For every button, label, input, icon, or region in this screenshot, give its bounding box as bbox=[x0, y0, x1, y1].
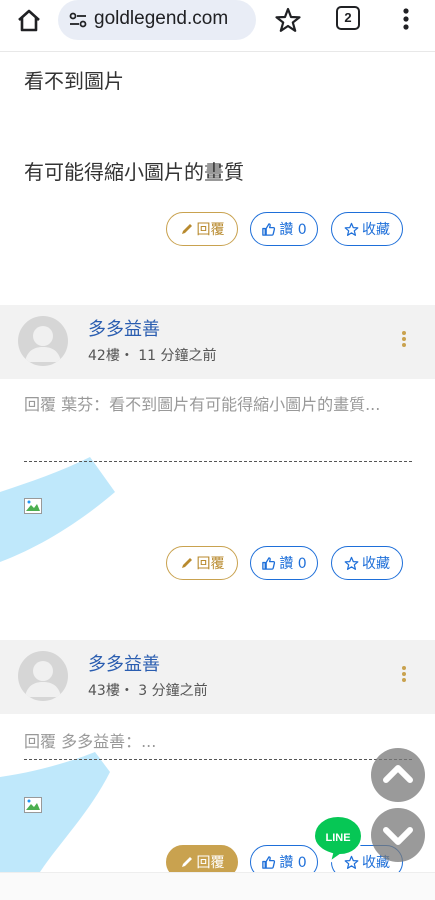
avatar[interactable] bbox=[18, 651, 68, 701]
thumbs-up-icon bbox=[262, 556, 276, 570]
tabs-icon[interactable]: 2 bbox=[336, 6, 360, 30]
like-button[interactable]: 讚 0 bbox=[250, 546, 318, 580]
url-text[interactable]: goldlegend.com bbox=[94, 8, 228, 30]
author-name[interactable]: 多多益善 bbox=[88, 315, 160, 341]
post-header: 多多益善 43樓・ 3 分鐘之前 bbox=[0, 640, 435, 714]
comment-text: 有可能得縮小圖片的畫質 bbox=[24, 160, 244, 184]
favorite-button[interactable]: 收藏 bbox=[331, 546, 403, 580]
address-bar[interactable]: goldlegend.com bbox=[58, 0, 256, 40]
reply-label: 回覆 bbox=[196, 222, 225, 238]
favorite-label: 收藏 bbox=[362, 222, 390, 238]
author-name[interactable]: 多多益善 bbox=[88, 650, 160, 676]
line-icon: LINE bbox=[325, 832, 350, 844]
avatar[interactable] bbox=[18, 316, 68, 366]
reply-quote: 回覆 葉芬：看不到圖片有可能得縮小圖片的畫質... bbox=[24, 395, 381, 414]
thumbs-up-icon bbox=[262, 855, 276, 869]
scroll-down-button[interactable] bbox=[371, 808, 425, 862]
avatar-icon bbox=[25, 326, 61, 362]
star-outline-icon bbox=[344, 222, 359, 236]
like-button[interactable]: 讚 0 bbox=[250, 212, 318, 246]
post-actions: 回覆 讚 0 收藏 bbox=[0, 845, 435, 872]
pencil-icon bbox=[181, 224, 192, 234]
post-menu-icon[interactable] bbox=[400, 666, 408, 686]
post-header: 多多益善 42樓・ 11 分鐘之前 bbox=[0, 305, 435, 379]
more-vert-icon[interactable] bbox=[396, 4, 416, 34]
like-button[interactable]: 讚 0 bbox=[250, 845, 318, 872]
reply-label: 回覆 bbox=[196, 855, 225, 871]
favorite-button[interactable]: 收藏 bbox=[331, 212, 403, 246]
comment-actions: 回覆 讚 0 收藏 bbox=[0, 212, 435, 248]
reply-quote: 回覆 多多益善：... bbox=[24, 732, 157, 751]
like-label: 讚 0 bbox=[279, 855, 307, 871]
line-share-button[interactable]: LINE bbox=[312, 813, 364, 863]
chevron-up-icon bbox=[383, 765, 413, 783]
quote-divider bbox=[24, 759, 412, 760]
reply-button[interactable]: 回覆 bbox=[166, 212, 238, 246]
broken-image-icon bbox=[24, 797, 42, 813]
post-actions: 回覆 讚 0 收藏 bbox=[0, 546, 435, 582]
home-icon[interactable] bbox=[12, 6, 46, 34]
like-label: 讚 0 bbox=[279, 556, 307, 572]
post-meta: 43樓・ 3 分鐘之前 bbox=[88, 683, 208, 699]
reply-button[interactable]: 回覆 bbox=[166, 546, 238, 580]
scroll-up-button[interactable] bbox=[371, 748, 425, 802]
star-outline-icon bbox=[344, 556, 359, 570]
page-content: 看不到圖片 有可能得縮小圖片的畫質 回覆 讚 0 收藏 多多益善 42樓・ 11… bbox=[0, 52, 435, 872]
reply-button[interactable]: 回覆 bbox=[166, 845, 238, 872]
pencil-icon bbox=[181, 857, 192, 867]
post-meta: 42樓・ 11 分鐘之前 bbox=[88, 348, 217, 364]
chevron-down-icon bbox=[383, 827, 413, 845]
post-menu-icon[interactable] bbox=[400, 331, 408, 351]
avatar-icon bbox=[25, 661, 61, 697]
reply-label: 回覆 bbox=[196, 556, 225, 572]
thumbs-up-icon bbox=[262, 222, 276, 236]
quote-divider bbox=[24, 461, 412, 462]
system-nav-bar bbox=[0, 872, 435, 900]
comment-text: 看不到圖片 bbox=[24, 69, 124, 93]
tune-icon[interactable] bbox=[68, 10, 88, 30]
pencil-icon bbox=[181, 558, 192, 568]
star-icon[interactable] bbox=[274, 6, 302, 34]
favorite-label: 收藏 bbox=[362, 556, 390, 572]
browser-toolbar: goldlegend.com 2 bbox=[0, 0, 435, 52]
like-label: 讚 0 bbox=[279, 222, 307, 238]
broken-image-icon bbox=[24, 498, 42, 514]
